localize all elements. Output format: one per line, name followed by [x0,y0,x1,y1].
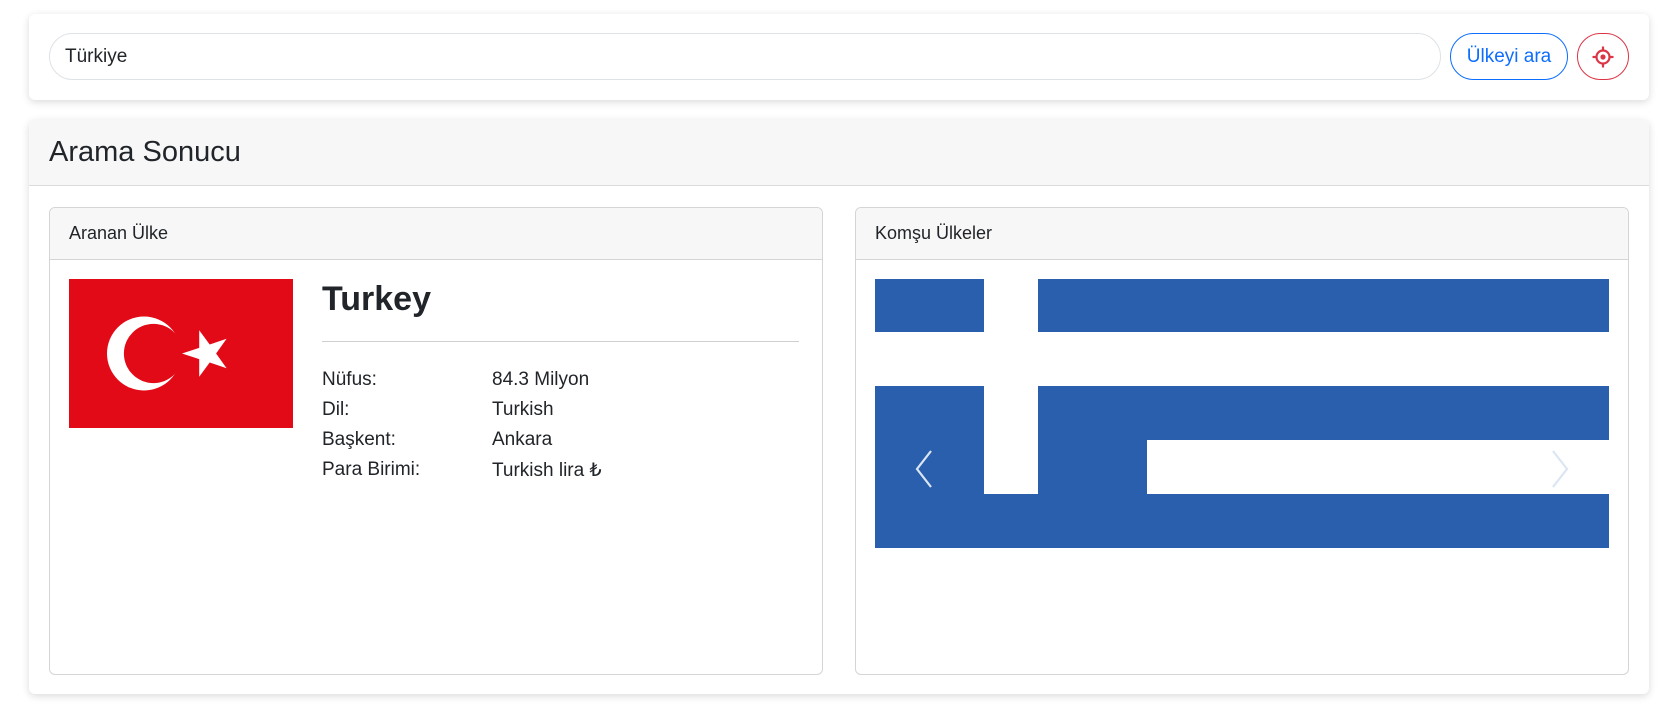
info-label: Para Birimi: [322,459,421,480]
carousel-caption: Greece [1201,549,1283,576]
carousel-next-button[interactable] [1539,439,1579,499]
info-row-language: Dil: Turkish [322,395,602,425]
search-input[interactable] [49,33,1441,80]
search-card: Ülkeyi ara [29,14,1649,100]
neighbor-countries-panel: Komşu Ülkeler Greece [855,207,1629,675]
info-value: Ankara [492,429,553,450]
info-label: Başkent: [322,429,396,450]
result-header: Arama Sonucu [29,120,1649,186]
chevron-right-icon [1552,450,1569,488]
carousel-prev-button[interactable] [905,439,945,499]
divider [322,341,799,342]
searched-country-header: Aranan Ülke [50,208,822,260]
info-label: Dil: [322,399,350,420]
neighbor-countries-header: Komşu Ülkeler [856,208,1628,260]
country-name: Turkey [322,280,431,318]
info-row-capital: Başkent: Ankara [322,425,602,455]
result-card: Arama Sonucu Aranan Ülke Turkey Nüfus: 8… [29,120,1649,694]
neighbor-carousel[interactable]: Greece [875,279,1609,602]
turkey-flag [69,279,293,428]
info-value: Turkish lira ₺ [492,459,602,481]
result-title: Arama Sonucu [49,136,241,168]
info-value: 84.3 Milyon [492,369,590,390]
search-country-button[interactable]: Ülkeyi ara [1450,33,1568,80]
locate-button[interactable] [1577,33,1629,80]
chevron-left-icon [915,450,932,488]
crosshair-icon [1592,46,1614,67]
info-label: Nüfus: [322,369,377,390]
info-row-currency: Para Birimi: Turkish lira ₺ [322,455,602,485]
country-info: Nüfus: 84.3 Milyon Dil: Turkish Başkent:… [322,365,602,485]
info-row-population: Nüfus: 84.3 Milyon [322,365,602,395]
info-value: Turkish [492,399,554,420]
searched-country-panel: Aranan Ülke Turkey Nüfus: 84.3 Milyon Di… [49,207,823,675]
